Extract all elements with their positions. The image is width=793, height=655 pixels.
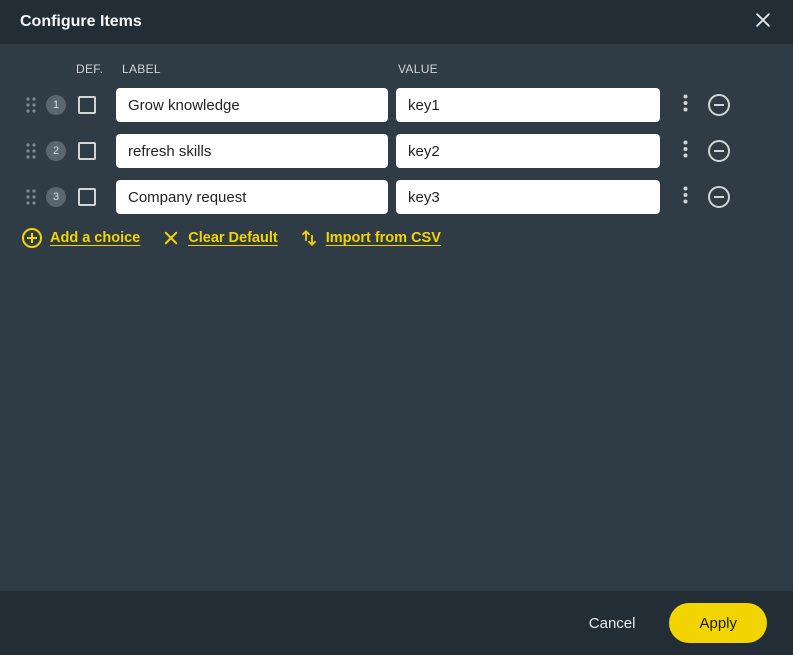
default-checkbox[interactable] xyxy=(78,188,96,206)
label-input[interactable] xyxy=(116,134,388,168)
remove-row-button[interactable] xyxy=(708,186,730,208)
cancel-button[interactable]: Cancel xyxy=(579,607,646,640)
remove-row-button[interactable] xyxy=(708,94,730,116)
close-icon xyxy=(753,10,773,35)
add-choice-button[interactable]: Add a choice xyxy=(22,228,140,248)
rows-container: 1 2 xyxy=(22,88,771,214)
item-row: 3 xyxy=(22,180,771,214)
close-button[interactable] xyxy=(749,8,777,36)
value-input[interactable] xyxy=(396,180,660,214)
dialog-title: Configure Items xyxy=(20,13,142,31)
more-vertical-icon xyxy=(683,140,688,163)
actions-row: Add a choice Clear Default Import from C… xyxy=(22,228,771,248)
remove-row-button[interactable] xyxy=(708,140,730,162)
value-input[interactable] xyxy=(396,88,660,122)
column-headers: DEF. LABEL VALUE xyxy=(22,62,771,76)
drag-handle-icon[interactable] xyxy=(22,188,40,206)
dialog-content: DEF. LABEL VALUE xyxy=(0,44,793,248)
label-input[interactable] xyxy=(116,88,388,122)
default-checkbox[interactable] xyxy=(78,142,96,160)
clear-default-label: Clear Default xyxy=(188,230,277,246)
import-csv-label: Import from CSV xyxy=(326,230,441,246)
apply-button[interactable]: Apply xyxy=(669,603,767,643)
clear-default-button[interactable]: Clear Default xyxy=(162,229,277,247)
dialog-titlebar: Configure Items xyxy=(0,0,793,44)
drag-handle-icon[interactable] xyxy=(22,96,40,114)
row-menu-button[interactable] xyxy=(672,137,698,165)
row-number-badge: 2 xyxy=(46,141,66,161)
header-def: DEF. xyxy=(76,62,116,76)
default-checkbox[interactable] xyxy=(78,96,96,114)
import-icon xyxy=(300,229,318,247)
label-input[interactable] xyxy=(116,180,388,214)
import-csv-button[interactable]: Import from CSV xyxy=(300,229,441,247)
drag-handle-icon[interactable] xyxy=(22,142,40,160)
item-row: 1 xyxy=(22,88,771,122)
value-input[interactable] xyxy=(396,134,660,168)
row-menu-button[interactable] xyxy=(672,183,698,211)
row-number-badge: 3 xyxy=(46,187,66,207)
header-value: VALUE xyxy=(388,62,438,76)
dialog-footer: Cancel Apply xyxy=(0,591,793,655)
x-icon xyxy=(162,229,180,247)
item-row: 2 xyxy=(22,134,771,168)
more-vertical-icon xyxy=(683,94,688,117)
plus-circle-icon xyxy=(22,228,42,248)
more-vertical-icon xyxy=(683,186,688,209)
header-label: LABEL xyxy=(116,62,388,76)
add-choice-label: Add a choice xyxy=(50,230,140,246)
row-number-badge: 1 xyxy=(46,95,66,115)
row-menu-button[interactable] xyxy=(672,91,698,119)
